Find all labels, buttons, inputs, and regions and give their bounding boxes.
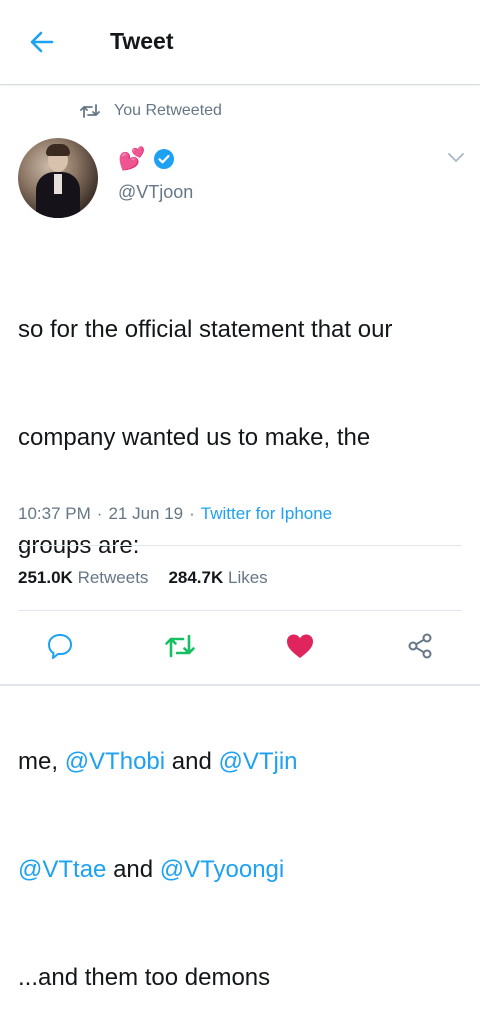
display-name[interactable]: 💕 [118,146,175,172]
back-arrow-icon[interactable] [28,28,56,56]
avatar[interactable] [18,138,98,218]
retweet-icon [80,104,100,118]
likes-stat[interactable]: 284.7K Likes [168,568,267,588]
reply-button[interactable] [42,628,78,664]
mention-link[interactable]: @VThobi [65,748,165,775]
retweet-button[interactable] [162,628,198,664]
tweet-source-link[interactable]: Twitter for Iphone [201,504,332,524]
retweets-label: Retweets [77,568,149,587]
retweet-notice: You Retweeted [80,100,222,122]
reply-icon [48,634,72,659]
mention-link[interactable]: @VTyoongi [160,856,284,883]
chevron-down-icon[interactable] [446,150,466,164]
likes-count: 284.7K [168,568,224,587]
like-button[interactable] [282,628,318,664]
separator: · [96,504,103,523]
heart-icon [287,634,313,658]
top-bar: Tweet [0,0,480,85]
tweet-line: ...and them too demons [18,964,271,991]
tweet-line: so for the official statement that our [18,316,393,343]
tweet-date: 21 Jun 19 [108,504,184,523]
share-icon [408,633,432,659]
share-button[interactable] [402,628,438,664]
separator: · [189,504,195,523]
tweet-time: 10:37 PM [18,504,91,523]
tweet-line: groups are: [18,532,140,559]
tweet-meta: 10:37 PM · 21 Jun 19 · Twitter for Iphon… [18,504,332,524]
divider [18,610,462,611]
retweets-count: 251.0K [18,568,73,587]
action-bar [0,628,480,668]
likes-label: Likes [228,568,268,587]
divider [18,545,462,546]
mention-link[interactable]: @VTtae [18,856,106,883]
tweet-line: company wanted us to make, the [18,424,371,451]
name-emoji: 💕 [118,146,146,171]
tweet-stats: 251.0K Retweets 284.7K Likes [18,568,268,588]
mention-link[interactable]: @VTjin [218,748,297,775]
tweet-line: @VTtae and @VTyoongi [18,856,285,883]
retweet-icon [165,634,195,658]
retweet-notice-label: You Retweeted [114,102,222,119]
tweet-line: me, @VThobi and @VTjin [18,748,298,775]
user-handle[interactable]: @VTjoon [118,182,193,203]
retweets-stat[interactable]: 251.0K Retweets [18,568,148,588]
page-title: Tweet [110,28,174,54]
verified-icon [154,149,175,169]
